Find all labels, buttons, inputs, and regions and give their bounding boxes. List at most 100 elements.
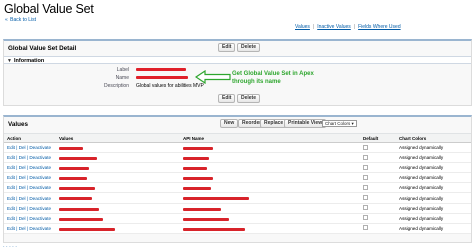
row-api-name-cell <box>180 203 360 214</box>
api-name-redacted <box>183 187 211 191</box>
row-edit-link[interactable]: Edit <box>7 216 15 221</box>
new-button[interactable]: New <box>220 119 239 128</box>
row-deactivate-link[interactable]: Deactivate <box>29 196 51 201</box>
table-row: Edit | Del | Deactivate Assigned dynamica… <box>4 152 471 164</box>
row-default-cell <box>360 142 396 154</box>
row-deactivate-link[interactable]: Deactivate <box>29 165 51 170</box>
delete-button-bottom[interactable]: Delete <box>237 94 261 103</box>
row-action-separator: | <box>16 155 18 161</box>
row-edit-link[interactable]: Edit <box>7 185 15 190</box>
row-edit-link[interactable]: Edit <box>7 206 15 211</box>
column-header-api-name[interactable]: API Name <box>180 133 360 143</box>
row-value-cell <box>56 192 180 204</box>
table-row: Edit | Del | Deactivate Assigned dynamica… <box>4 203 471 214</box>
chart-colors-select[interactable]: Chart Colors ▾ <box>322 120 357 127</box>
row-default-cell <box>360 172 396 184</box>
default-checkbox <box>363 174 368 180</box>
row-del-link[interactable]: Del <box>19 226 26 231</box>
row-del-link[interactable]: Del <box>19 206 26 211</box>
row-edit-link[interactable]: Edit <box>7 226 15 231</box>
fields-where-used-link[interactable]: Fields Where Used <box>358 24 401 30</box>
row-action-separator: | <box>16 145 18 151</box>
column-header-chart-colors: Chart Colors <box>396 133 471 143</box>
row-edit-link[interactable]: Edit <box>7 165 15 170</box>
row-action-separator: | <box>16 185 18 191</box>
row-del-link[interactable]: Del <box>19 165 26 170</box>
back-to-list-label: Back to List <box>10 17 37 23</box>
row-del-link[interactable]: Del <box>19 196 26 201</box>
row-action-separator: | <box>16 165 18 171</box>
inactive-values-link[interactable]: Inactive Values <box>317 24 351 30</box>
row-action-separator: | <box>26 215 29 221</box>
row-actions: Edit | Del | Deactivate <box>4 172 56 184</box>
row-api-name-cell <box>180 192 360 204</box>
table-row: Edit | Del | Deactivate Assigned dynamica… <box>4 172 471 184</box>
column-header-values[interactable]: Values <box>56 133 180 143</box>
default-checkbox <box>363 225 368 231</box>
row-action-separator: | <box>26 205 29 211</box>
row-chart-color: Assigned dynamically <box>396 192 471 204</box>
value-redacted <box>59 217 103 221</box>
value-redacted <box>59 147 83 150</box>
row-actions: Edit | Del | Deactivate <box>4 142 56 154</box>
information-section-header[interactable]: ▼ Information <box>4 56 471 64</box>
values-link[interactable]: Values <box>295 24 310 30</box>
api-name-redacted <box>183 147 213 150</box>
delete-button[interactable]: Delete <box>237 43 261 52</box>
row-del-link[interactable]: Del <box>19 185 26 190</box>
collapse-triangle-icon[interactable]: ▼ <box>7 58 12 64</box>
annotation-line-2: through its name <box>232 79 281 85</box>
row-edit-link[interactable]: Edit <box>7 155 15 160</box>
values-panel-title: Values <box>8 121 28 128</box>
label-value-redacted <box>136 68 186 71</box>
row-action-separator: | <box>26 165 29 171</box>
row-actions: Edit | Del | Deactivate <box>4 192 56 204</box>
row-edit-link[interactable]: Edit <box>7 175 15 180</box>
description-field-label: Description <box>103 83 129 89</box>
top-links: Values | Inactive Values | Fields Where Used <box>295 24 401 30</box>
row-del-link[interactable]: Del <box>19 145 26 150</box>
row-action-separator: | <box>26 185 29 191</box>
row-api-name-cell <box>180 142 360 154</box>
api-name-redacted <box>183 197 249 201</box>
row-deactivate-link[interactable]: Deactivate <box>29 145 51 150</box>
row-del-link[interactable]: Del <box>19 216 26 221</box>
default-checkbox <box>363 144 368 150</box>
row-api-name-cell <box>180 182 360 194</box>
row-actions: Edit | Del | Deactivate <box>4 152 56 164</box>
row-default-cell <box>360 152 396 164</box>
row-deactivate-link[interactable]: Deactivate <box>29 175 51 180</box>
row-action-separator: | <box>16 225 18 231</box>
row-deactivate-link[interactable]: Deactivate <box>29 206 51 211</box>
annotation-arrow-icon <box>195 70 231 84</box>
back-to-list-link[interactable]: « Back to List <box>5 17 36 23</box>
row-deactivate-link[interactable]: Deactivate <box>29 155 51 160</box>
row-default-cell <box>360 182 396 194</box>
row-del-link[interactable]: Del <box>19 175 26 180</box>
detail-panel-header: Global Value Set Detail Edit Delete <box>4 41 471 57</box>
row-edit-link[interactable]: Edit <box>7 145 15 150</box>
row-edit-link[interactable]: Edit <box>7 196 15 201</box>
row-deactivate-link[interactable]: Deactivate <box>29 216 51 221</box>
edit-button-bottom[interactable]: Edit <box>218 94 236 103</box>
api-name-redacted <box>183 167 207 171</box>
row-chart-color: Assigned dynamically <box>396 152 471 164</box>
row-actions: Edit | Del | Deactivate <box>4 213 56 224</box>
column-header-default: Default <box>360 133 396 143</box>
row-action-separator: | <box>26 225 29 231</box>
information-section-title: Information <box>14 58 45 64</box>
link-separator: | <box>312 24 315 30</box>
name-value-redacted <box>136 76 188 79</box>
printable-view-button[interactable]: Printable View <box>284 119 327 128</box>
row-deactivate-link[interactable]: Deactivate <box>29 226 51 231</box>
value-redacted <box>59 187 95 191</box>
default-checkbox <box>363 215 368 221</box>
row-value-cell <box>56 223 180 234</box>
row-del-link[interactable]: Del <box>19 155 26 160</box>
row-api-name-cell <box>180 152 360 164</box>
table-row: Edit | Del | Deactivate Assigned dynamica… <box>4 192 471 204</box>
row-action-separator: | <box>16 175 18 181</box>
edit-button[interactable]: Edit <box>218 43 236 52</box>
footer-link: · · · · · <box>3 244 17 250</box>
row-deactivate-link[interactable]: Deactivate <box>29 185 51 190</box>
